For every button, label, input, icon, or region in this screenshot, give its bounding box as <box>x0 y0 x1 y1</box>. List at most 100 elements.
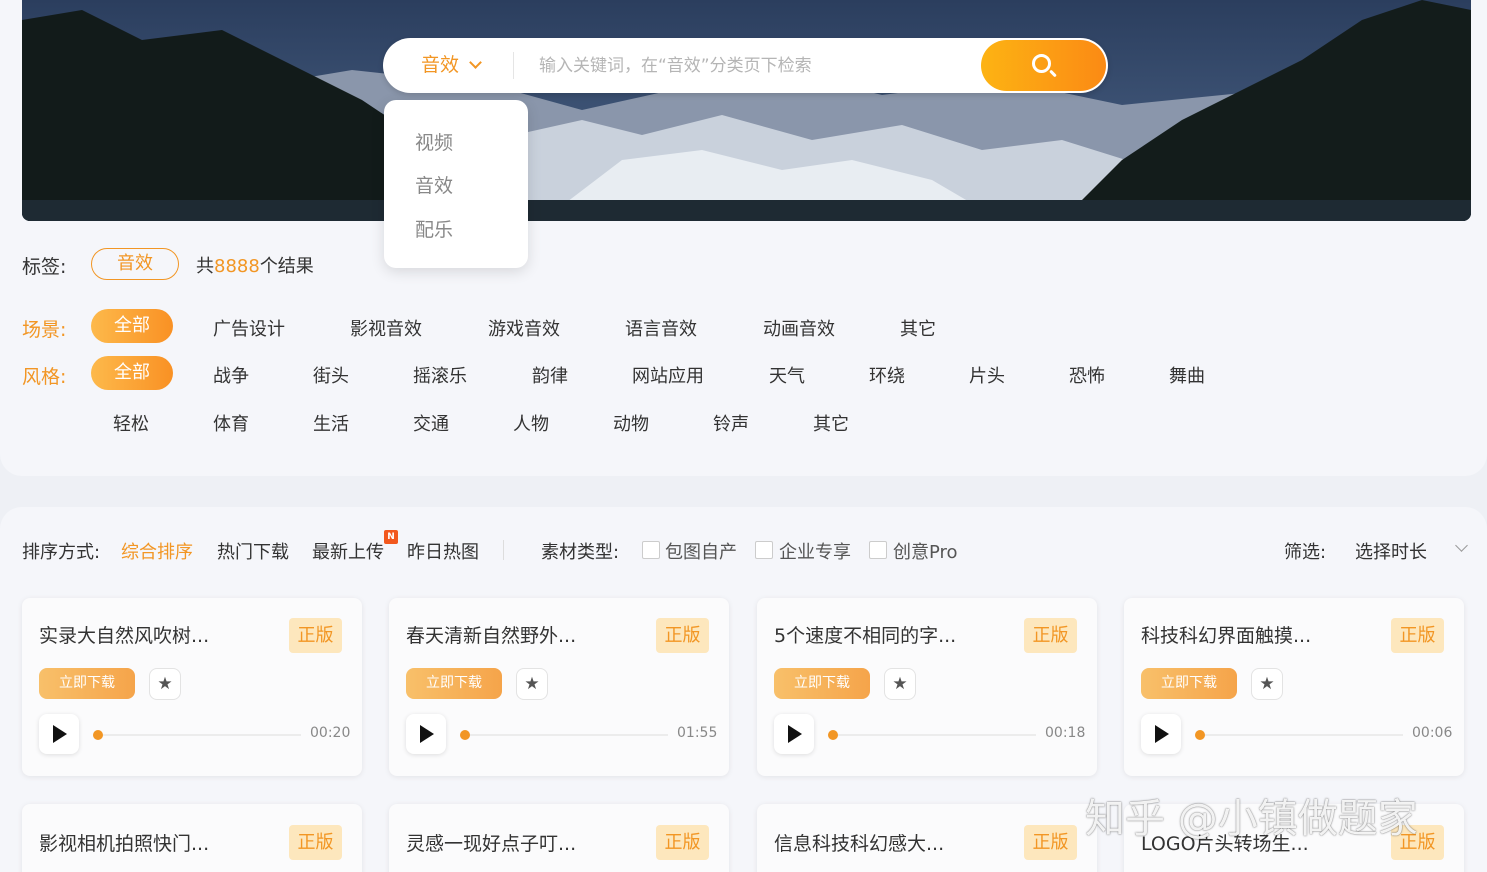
active-tag-pill[interactable]: 音效 <box>91 248 179 280</box>
style-chip[interactable]: 动物 <box>613 410 649 436</box>
checkbox-label: 包图自产 <box>665 542 737 563</box>
sort-option-popular[interactable]: 热门下载 <box>217 538 289 564</box>
style-chip[interactable]: 舞曲 <box>1169 362 1205 388</box>
style-chip-all[interactable]: 全部 <box>91 356 173 390</box>
style-chip[interactable]: 街头 <box>313 362 349 388</box>
scene-chip[interactable]: 广告设计 <box>213 315 285 341</box>
star-icon[interactable]: ★ <box>149 668 181 700</box>
scene-chip[interactable]: 动画音效 <box>763 315 835 341</box>
search-category-select[interactable]: 音效 <box>421 38 482 93</box>
progress-knob[interactable] <box>460 730 470 740</box>
card-title[interactable]: 科技科幻界面触摸... <box>1141 621 1311 648</box>
play-button[interactable] <box>1141 714 1181 754</box>
progress-track[interactable] <box>828 730 1036 740</box>
style-chip[interactable]: 人物 <box>513 410 549 436</box>
checkbox-creative-pro[interactable] <box>869 541 887 559</box>
style-chip[interactable]: 交通 <box>413 410 449 436</box>
license-badge: 正版 <box>289 825 342 860</box>
download-button[interactable]: 立即下载 <box>406 668 502 699</box>
progress-track[interactable] <box>93 730 301 740</box>
progress-knob[interactable] <box>1195 730 1205 740</box>
download-button[interactable]: 立即下载 <box>1141 668 1237 699</box>
watermark: 知乎 @小镇做题家 <box>1085 796 1418 842</box>
play-icon <box>420 725 434 743</box>
play-button[interactable] <box>774 714 814 754</box>
chevron-down-icon[interactable] <box>1455 539 1468 552</box>
style-chip[interactable]: 其它 <box>813 410 849 436</box>
card-title[interactable]: 实录大自然风吹树... <box>39 621 209 648</box>
progress-knob[interactable] <box>828 730 838 740</box>
style-chip[interactable]: 轻松 <box>113 410 149 436</box>
style-chip[interactable]: 铃声 <box>713 410 749 436</box>
sound-card[interactable]: 实录大自然风吹树... 正版 立即下载 ★ 00:20 <box>22 598 362 776</box>
scene-chip[interactable]: 影视音效 <box>350 315 422 341</box>
sort-option-newest[interactable]: 最新上传 <box>312 538 384 564</box>
style-chip[interactable]: 战争 <box>213 362 249 388</box>
download-button[interactable]: 立即下载 <box>774 668 870 699</box>
duration-label: 00:18 <box>1045 725 1086 741</box>
scene-chip[interactable]: 游戏音效 <box>488 315 560 341</box>
progress-track[interactable] <box>460 730 668 740</box>
star-icon[interactable]: ★ <box>884 668 916 700</box>
dropdown-option-music[interactable]: 配乐 <box>415 215 453 242</box>
dropdown-option-sfx[interactable]: 音效 <box>415 171 453 198</box>
result-count-number: 8888 <box>214 256 260 277</box>
style-chip[interactable]: 片头 <box>969 362 1005 388</box>
duration-label: 00:20 <box>310 725 351 741</box>
search-input[interactable] <box>539 48 969 83</box>
card-title[interactable]: 春天清新自然野外... <box>406 621 576 648</box>
tag-label: 标签: <box>22 256 67 278</box>
material-type-label: 素材类型: <box>541 542 620 563</box>
sound-card[interactable]: 科技科幻界面触摸... 正版 立即下载 ★ 00:06 <box>1124 598 1464 776</box>
sort-option-overall[interactable]: 综合排序 <box>121 538 193 564</box>
play-icon <box>1155 725 1169 743</box>
star-icon[interactable]: ★ <box>1251 668 1283 700</box>
play-button[interactable] <box>406 714 446 754</box>
card-title[interactable]: 影视相机拍照快门... <box>39 829 209 856</box>
dropdown-option-video[interactable]: 视频 <box>415 128 453 155</box>
sound-card[interactable]: 影视相机拍照快门... 正版 <box>22 804 362 872</box>
progress-knob[interactable] <box>93 730 103 740</box>
sound-card[interactable]: 信息科技科幻感大... 正版 <box>757 804 1097 872</box>
search-category-label: 音效 <box>421 54 460 76</box>
hero-banner <box>22 0 1471 221</box>
style-chip[interactable]: 生活 <box>313 410 349 436</box>
search-button[interactable] <box>981 40 1106 91</box>
style-chip[interactable]: 摇滚乐 <box>413 362 467 388</box>
style-chip[interactable]: 天气 <box>769 362 805 388</box>
scene-chip[interactable]: 其它 <box>900 315 936 341</box>
sound-card[interactable]: 春天清新自然野外... 正版 立即下载 ★ 01:55 <box>389 598 729 776</box>
license-badge: 正版 <box>1024 618 1077 653</box>
download-button[interactable]: 立即下载 <box>39 668 135 699</box>
card-title[interactable]: 信息科技科幻感大... <box>774 829 944 856</box>
card-title[interactable]: 灵感一现好点子叮... <box>406 829 576 856</box>
play-button[interactable] <box>39 714 79 754</box>
style-chip[interactable]: 环绕 <box>869 362 905 388</box>
sound-card[interactable]: 5个速度不相同的字... 正版 立即下载 ★ 00:18 <box>757 598 1097 776</box>
checkbox-label: 企业专享 <box>779 542 851 563</box>
style-chip[interactable]: 恐怖 <box>1069 362 1105 388</box>
card-title[interactable]: 5个速度不相同的字... <box>774 621 956 648</box>
checkbox-enterprise[interactable] <box>755 541 773 559</box>
sort-option-yesterday[interactable]: 昨日热图 <box>407 538 479 564</box>
scene-chip-all[interactable]: 全部 <box>91 309 173 343</box>
play-icon <box>788 725 802 743</box>
duration-select[interactable]: 选择时长 <box>1355 538 1427 564</box>
style-chip[interactable]: 韵律 <box>532 362 568 388</box>
scene-label: 场景: <box>22 319 67 341</box>
search-bar: 音效 <box>383 38 1108 93</box>
sound-card[interactable]: 灵感一现好点子叮... 正版 <box>389 804 729 872</box>
checkbox-own-production[interactable] <box>642 541 660 559</box>
star-icon[interactable]: ★ <box>516 668 548 700</box>
style-chip[interactable]: 网站应用 <box>632 362 704 388</box>
progress-track[interactable] <box>1195 730 1403 740</box>
style-chip[interactable]: 体育 <box>213 410 249 436</box>
result-count-prefix: 共 <box>196 256 214 277</box>
license-badge: 正版 <box>656 618 709 653</box>
search-icon-handle <box>1049 69 1057 78</box>
search-divider <box>513 52 514 79</box>
category-dropdown: 视频 音效 配乐 <box>384 100 528 268</box>
license-badge: 正版 <box>1391 618 1444 653</box>
scene-chip[interactable]: 语言音效 <box>625 315 697 341</box>
sort-divider <box>503 540 504 560</box>
